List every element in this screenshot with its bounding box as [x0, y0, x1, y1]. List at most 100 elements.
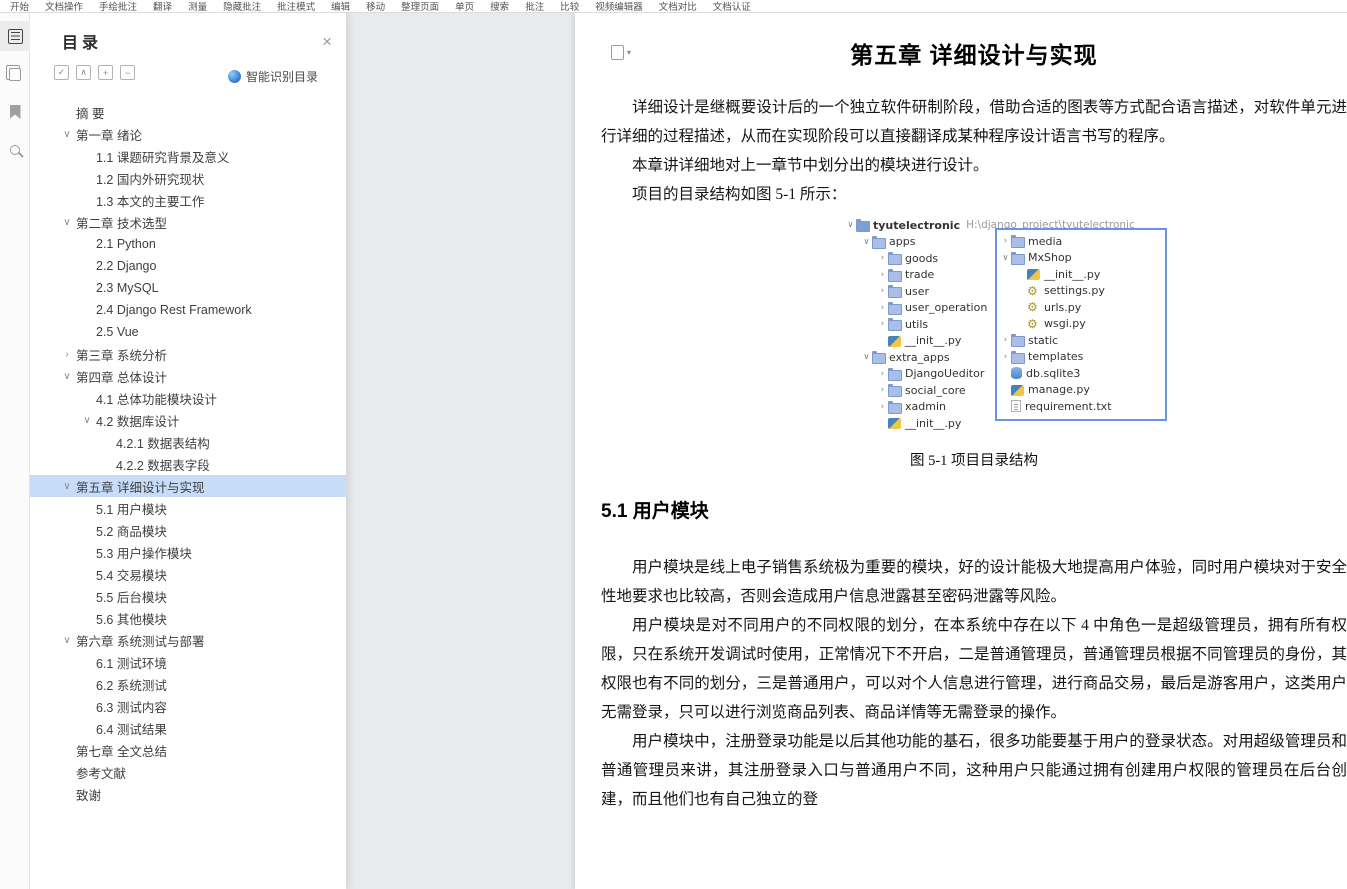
- toc-item[interactable]: 致谢: [30, 783, 346, 805]
- toc-tool-icon[interactable]: ∧: [76, 65, 91, 80]
- smart-recognize-toc-button[interactable]: 智能识别目录: [228, 68, 318, 85]
- toolbar-item[interactable]: 隐藏批注: [223, 0, 261, 12]
- toc-item[interactable]: 5.5 后台模块: [30, 585, 346, 607]
- page-actions-button[interactable]: ▾: [611, 42, 631, 60]
- toolbar-item[interactable]: 翻译: [153, 0, 172, 12]
- search-button[interactable]: [0, 135, 30, 165]
- chevron-icon[interactable]: ∨: [78, 415, 96, 426]
- thumbnails-button[interactable]: [0, 59, 30, 89]
- toc-item-label: 5.6 其他模块: [96, 612, 167, 627]
- toolbar-item[interactable]: 文档对比: [659, 0, 697, 12]
- tree-chevron-icon: ›: [1003, 236, 1008, 247]
- tree-item-label: utils: [905, 317, 929, 331]
- toc-item[interactable]: ∨ 第二章 技术选型: [30, 211, 346, 233]
- toc-item[interactable]: 6.2 系统测试: [30, 673, 346, 695]
- toc-tool-icon[interactable]: +: [98, 65, 113, 80]
- toolbar-item[interactable]: 编辑: [331, 0, 350, 12]
- toc-item[interactable]: 5.1 用户模块: [30, 497, 346, 519]
- toolbar-item[interactable]: 批注: [525, 0, 544, 12]
- toc-item[interactable]: 2.3 MySQL: [30, 277, 346, 299]
- toc-item[interactable]: 1.1 课题研究背景及意义: [30, 145, 346, 167]
- tree-item: ∨ extra_apps: [843, 349, 1003, 366]
- toolbar-item[interactable]: 测量: [188, 0, 207, 12]
- toc-item[interactable]: 摘 要: [30, 101, 346, 123]
- tree-item-label: __init__.py: [905, 334, 962, 348]
- toc-item[interactable]: 第七章 全文总结: [30, 739, 346, 761]
- tree-item: requirement.txt: [1000, 398, 1161, 415]
- toolbar-item[interactable]: 移动: [366, 0, 385, 12]
- toolbar-item[interactable]: 批注模式: [277, 0, 315, 12]
- toc-item[interactable]: 5.6 其他模块: [30, 607, 346, 629]
- toc-tree: 摘 要 ∨ 第一章 绪论 1.1 课题研究背景及意义 1.2 国内外研究现状 1…: [30, 101, 346, 889]
- tree-chevron-icon: ›: [880, 319, 885, 330]
- tree-icon: [1011, 251, 1025, 265]
- chevron-icon[interactable]: ∨: [58, 635, 76, 646]
- tree-item: __init__.py: [843, 333, 1003, 350]
- toolbar: 开始 文档操作 手绘批注 翻译 测量 隐藏批注 批注模式 编辑 移动 整理页面 单页 搜索 批注 比较 视频…: [0, 0, 1347, 13]
- tree-item-label: MxShop: [1028, 251, 1072, 265]
- tree-item-label: static: [1028, 333, 1059, 347]
- toc-item[interactable]: 4.2.2 数据表字段: [30, 453, 346, 475]
- toc-item[interactable]: 6.3 测试内容: [30, 695, 346, 717]
- toc-item-label: 6.1 测试环境: [96, 656, 167, 671]
- toc-item[interactable]: 2.4 Django Rest Framework: [30, 299, 346, 321]
- tree-item-label: user: [905, 284, 929, 298]
- toc-item[interactable]: 2.5 Vue: [30, 321, 346, 343]
- ai-icon: [228, 70, 241, 83]
- toc-item[interactable]: ∨ 第四章 总体设计: [30, 365, 346, 387]
- tree-item: › user: [843, 283, 1003, 300]
- toc-item-label: 2.3 MySQL: [96, 281, 159, 295]
- toc-item[interactable]: 1.2 国内外研究现状: [30, 167, 346, 189]
- tree-chevron-icon: ›: [1003, 335, 1008, 346]
- toc-tool-icon[interactable]: −: [120, 65, 135, 80]
- tree-column-right: › media ∨ MxShop __init__.py ⚙ settings.…: [995, 228, 1167, 421]
- toc-item[interactable]: 6.1 测试环境: [30, 651, 346, 673]
- tree-chevron-icon: ∨: [863, 236, 870, 247]
- toc-item-label: 1.3 本文的主要工作: [96, 194, 205, 209]
- close-icon[interactable]: ×: [322, 33, 332, 50]
- toc-item[interactable]: 4.2.1 数据表结构: [30, 431, 346, 453]
- toc-item[interactable]: 1.3 本文的主要工作: [30, 189, 346, 211]
- toolbar-item[interactable]: 手绘批注: [99, 0, 137, 12]
- tree-item: › media: [1000, 233, 1161, 250]
- chevron-icon[interactable]: ∨: [58, 217, 76, 228]
- toolbar-item[interactable]: 单页: [455, 0, 474, 12]
- toc-item[interactable]: ∨ 第五章 详细设计与实现: [30, 475, 346, 497]
- toc-tool-icon[interactable]: ✓: [54, 65, 69, 80]
- toc-item-label: 5.2 商品模块: [96, 524, 167, 539]
- toc-panel-title: 目录: [62, 35, 103, 52]
- toc-panel-button[interactable]: [0, 21, 30, 51]
- toc-item[interactable]: 4.1 总体功能模块设计: [30, 387, 346, 409]
- toolbar-item[interactable]: 比较: [560, 0, 579, 12]
- tree-icon: [1011, 400, 1021, 413]
- toc-item[interactable]: 参考文献: [30, 761, 346, 783]
- toc-item[interactable]: ∨ 第六章 系统测试与部署: [30, 629, 346, 651]
- toolbar-item[interactable]: 视频编辑器: [595, 0, 643, 12]
- toc-item[interactable]: 2.2 Django: [30, 255, 346, 277]
- toolbar-item[interactable]: 文档操作: [45, 0, 83, 12]
- tree-item: › DjangoUeditor: [843, 366, 1003, 383]
- toolbar-item[interactable]: 开始: [10, 0, 29, 12]
- tree-item: ∨ MxShop: [1000, 250, 1161, 267]
- toolbar-item[interactable]: 搜索: [490, 0, 509, 12]
- toolbar-item[interactable]: 文档认证: [713, 0, 751, 12]
- chevron-icon[interactable]: ∨: [58, 129, 76, 140]
- toc-item[interactable]: 5.2 商品模块: [30, 519, 346, 541]
- document-viewport[interactable]: ▾ 第五章 详细设计与实现 详细设计是继概要设计后的一个独立软件研制阶段，借助合…: [346, 13, 1347, 889]
- tree-item: __init__.py: [1000, 266, 1161, 283]
- toolbar-item[interactable]: 整理页面: [401, 0, 439, 12]
- paragraph: 项目的目录结构如图 5-1 所示：: [632, 186, 847, 203]
- bookmarks-button[interactable]: [0, 97, 30, 127]
- chevron-icon[interactable]: ∨: [58, 371, 76, 382]
- toc-item[interactable]: ∨ 第一章 绪论: [30, 123, 346, 145]
- toc-item[interactable]: 2.1 Python: [30, 233, 346, 255]
- tree-chevron-icon: ›: [1003, 351, 1008, 362]
- chevron-icon[interactable]: ∨: [58, 481, 76, 492]
- toc-item[interactable]: 5.4 交易模块: [30, 563, 346, 585]
- toc-item[interactable]: 6.4 测试结果: [30, 717, 346, 739]
- chevron-icon[interactable]: ›: [58, 349, 76, 360]
- toc-item[interactable]: › 第三章 系统分析: [30, 343, 346, 365]
- toc-item[interactable]: ∨ 4.2 数据库设计: [30, 409, 346, 431]
- toc-item[interactable]: 5.3 用户操作模块: [30, 541, 346, 563]
- toc-item-label: 2.4 Django Rest Framework: [96, 303, 252, 317]
